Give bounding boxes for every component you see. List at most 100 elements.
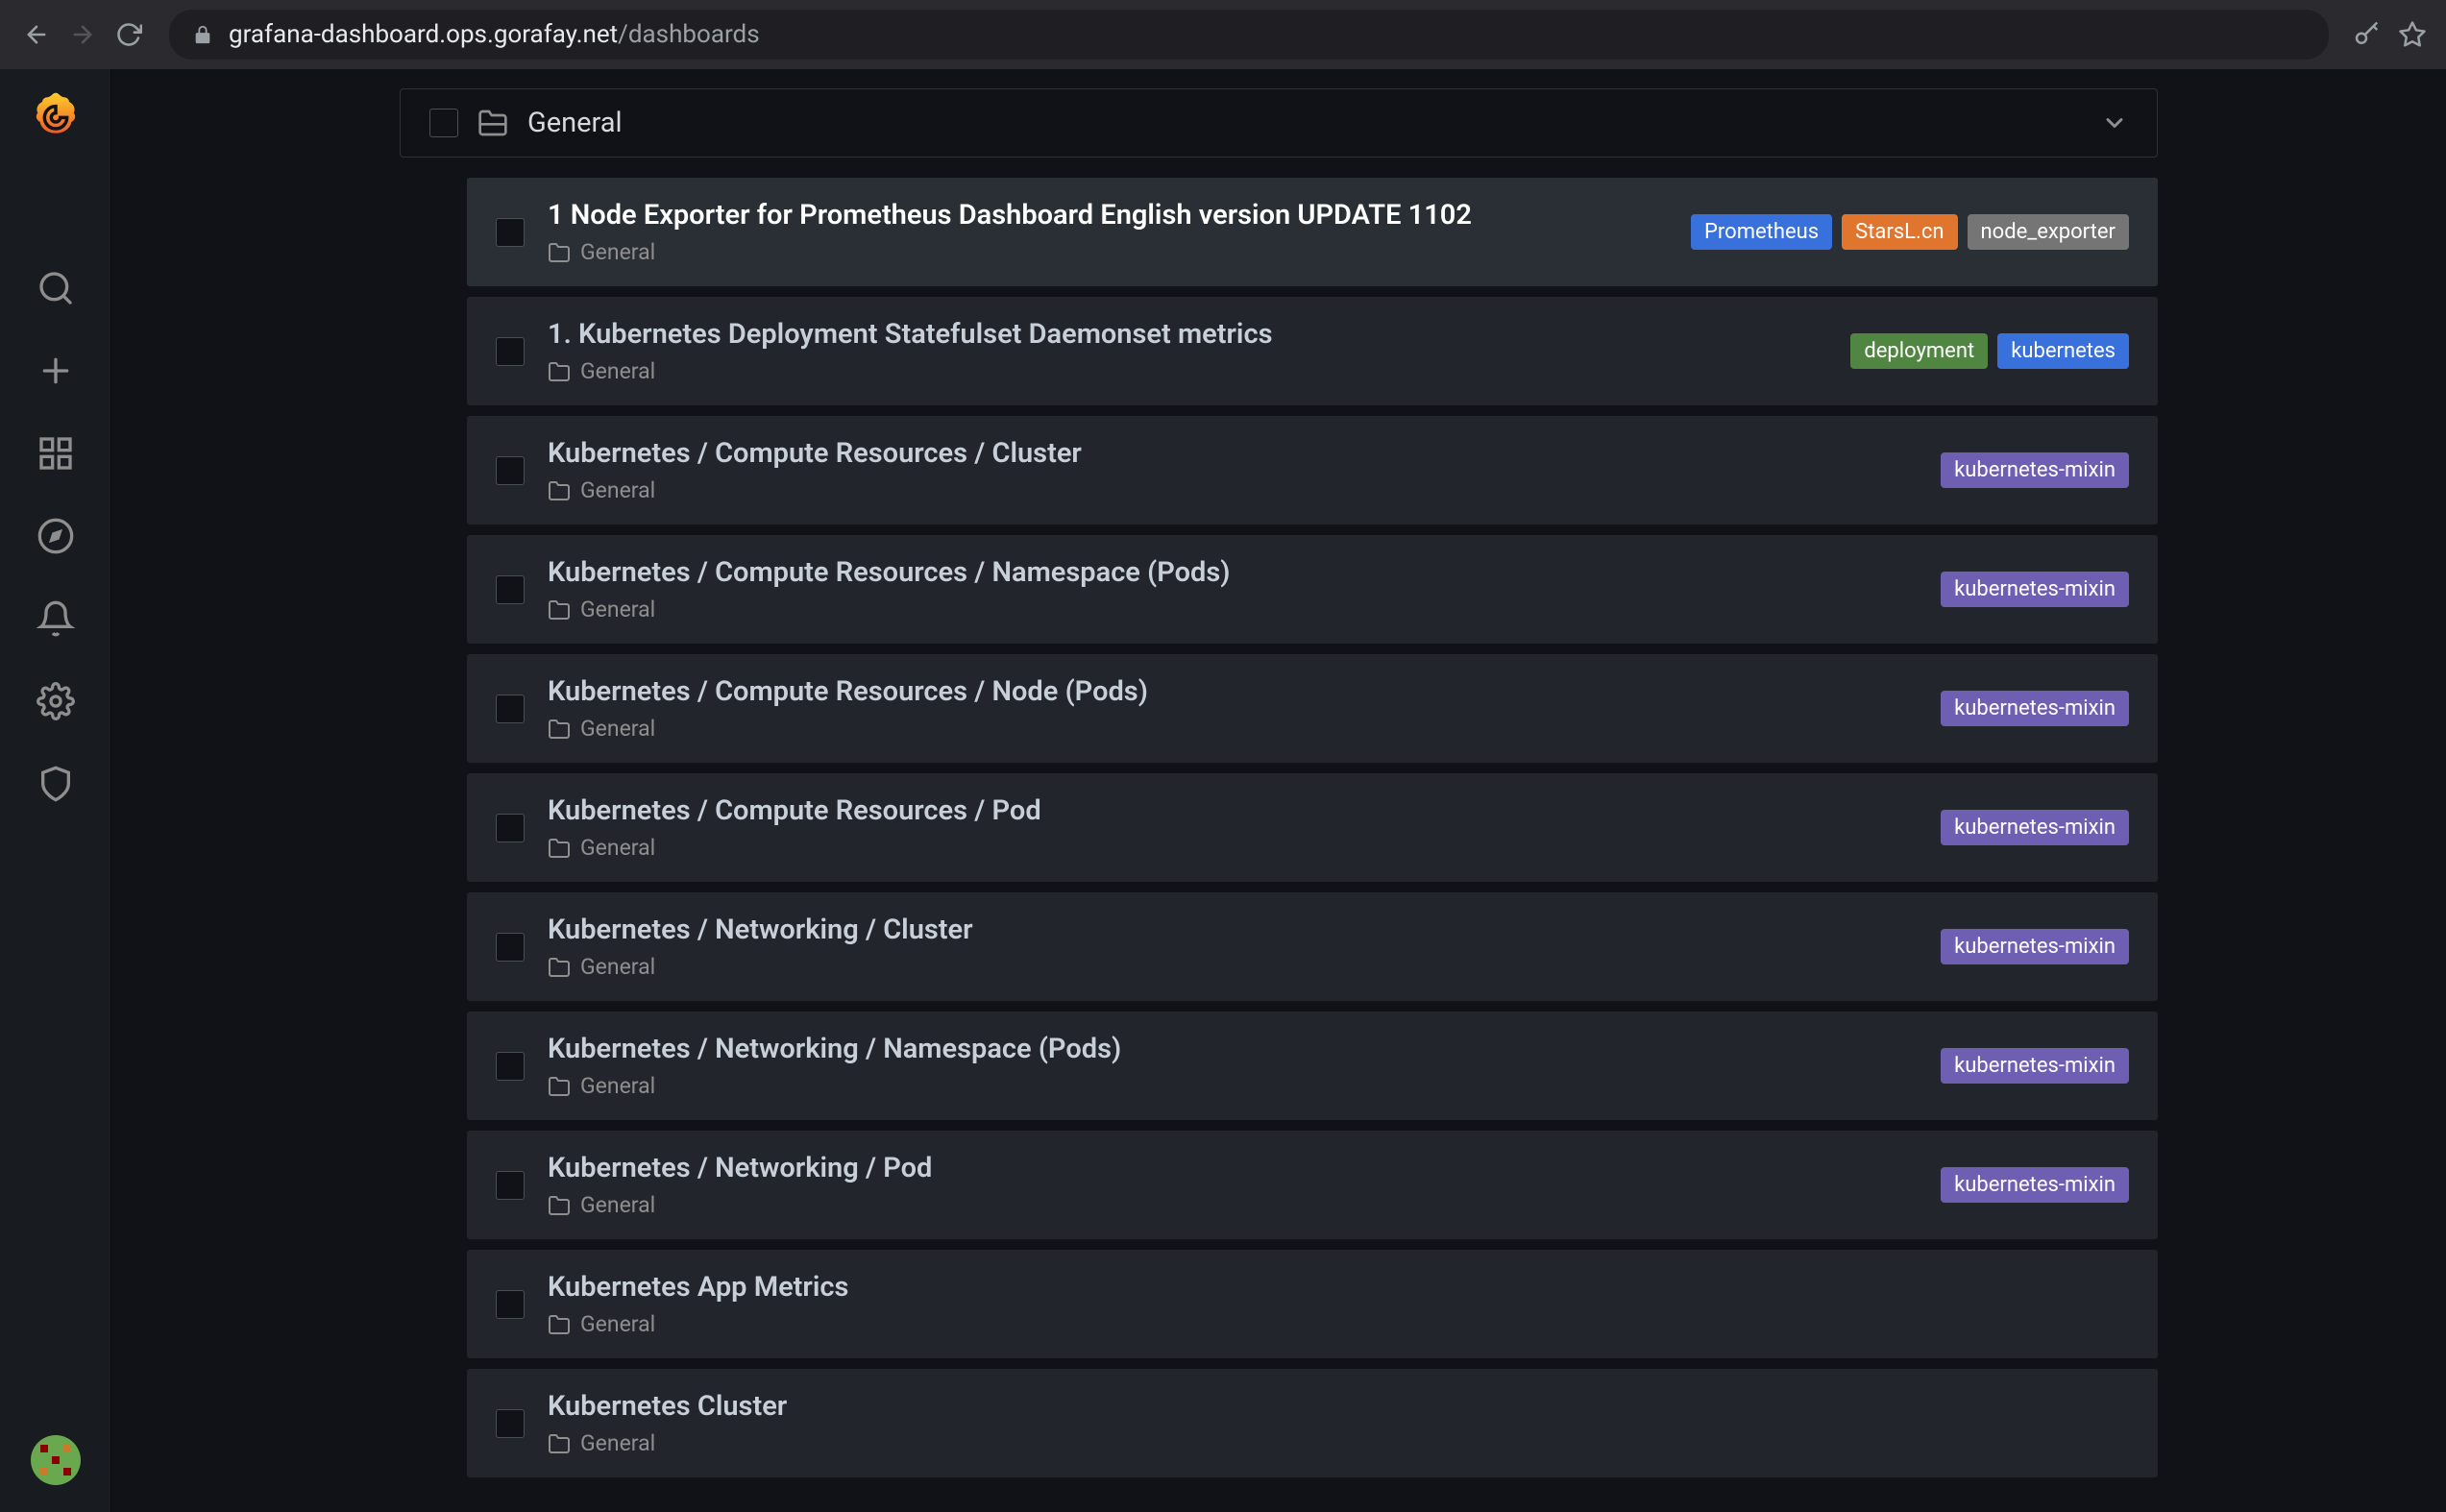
dashboard-checkbox[interactable] [496,218,525,247]
folder-icon [548,837,571,860]
dashboard-title: Kubernetes / Networking / Namespace (Pod… [548,1033,1918,1065]
dashboard-folder: General [548,597,1918,622]
dashboard-checkbox[interactable] [496,1290,525,1319]
dashboard-item[interactable]: 1. Kubernetes Deployment Statefulset Dae… [467,297,2158,405]
tag[interactable]: kubernetes-mixin [1941,452,2129,488]
tag[interactable]: deployment [1850,333,1988,369]
dashboard-item[interactable]: Kubernetes Cluster General [467,1369,2158,1477]
tag[interactable]: Prometheus [1691,214,1832,250]
folder-icon [548,241,571,264]
tag-list: Prometheus StarsL.cn node_exporter [1691,214,2129,250]
dashboard-title: 1 Node Exporter for Prometheus Dashboard… [548,199,1668,232]
dashboard-folder: General [548,1073,1918,1099]
tag[interactable]: kubernetes [1997,333,2129,369]
folder-open-icon [477,108,508,138]
key-icon[interactable] [2352,20,2381,49]
tag-list: deploymentkubernetes [1850,333,2129,369]
select-all-checkbox[interactable] [429,109,458,137]
dashboard-folder: General [548,954,1918,980]
dashboard-title: 1. Kubernetes Deployment Statefulset Dae… [548,318,1827,351]
forward-button[interactable] [65,17,100,52]
folder-icon [548,718,571,741]
main-content: General 1 Node Exporter for Prometheus D… [111,69,2446,1512]
dashboard-title: Kubernetes / Compute Resources / Namespa… [548,556,1918,589]
folder-icon [548,479,571,502]
dashboard-item[interactable]: Kubernetes / Networking / Cluster General… [467,892,2158,1001]
dashboard-folder: General [548,835,1918,861]
dashboard-item[interactable]: Kubernetes / Compute Resources / Node (P… [467,654,2158,763]
alerting-icon[interactable] [35,597,77,640]
tag-list: kubernetes-mixin [1941,1048,2129,1084]
dashboard-folder: General [548,358,1827,384]
url-text: grafana-dashboard.ops.gorafay.net/dashbo… [229,20,760,49]
tag[interactable]: kubernetes-mixin [1941,691,2129,726]
dashboard-title: Kubernetes / Networking / Pod [548,1152,1918,1184]
tag-list: kubernetes-mixin [1941,1167,2129,1203]
dashboard-item[interactable]: 1 Node Exporter for Prometheus Dashboard… [467,178,2158,286]
tag[interactable]: StarsL.cn [1842,214,1957,250]
dashboard-checkbox[interactable] [496,1171,525,1200]
tag[interactable]: kubernetes-mixin [1941,572,2129,607]
dashboard-folder: General [548,716,1918,742]
avatar[interactable] [31,1435,81,1485]
dashboard-folder: General [548,1430,2106,1456]
tag-list: kubernetes-mixin [1941,452,2129,488]
dashboard-folder: General [548,477,1918,503]
shield-icon[interactable] [35,763,77,805]
star-icon[interactable] [2398,20,2427,49]
dashboard-title: Kubernetes / Networking / Cluster [548,914,1918,946]
folder-header[interactable]: General [400,88,2158,158]
dashboard-folder: General [548,1192,1918,1218]
dashboard-checkbox[interactable] [496,575,525,604]
folder-icon [548,956,571,979]
dashboard-title: Kubernetes / Compute Resources / Node (P… [548,675,1918,708]
dashboard-title: Kubernetes / Compute Resources / Pod [548,794,1918,827]
browser-toolbar: grafana-dashboard.ops.gorafay.net/dashbo… [0,0,2446,69]
tag-list: kubernetes-mixin [1941,929,2129,964]
dashboard-checkbox[interactable] [496,337,525,366]
dashboard-folder: General [548,239,1668,265]
reload-button[interactable] [111,17,146,52]
search-icon[interactable] [35,267,77,309]
tag-list: kubernetes-mixin [1941,810,2129,845]
url-bar[interactable]: grafana-dashboard.ops.gorafay.net/dashbo… [169,10,2329,60]
folder-icon [548,1432,571,1455]
lock-icon [192,24,213,45]
tag[interactable]: kubernetes-mixin [1941,929,2129,964]
tag-list: kubernetes-mixin [1941,691,2129,726]
folder-icon [548,598,571,622]
dashboard-item[interactable]: Kubernetes / Compute Resources / Pod Gene… [467,773,2158,882]
folder-icon [548,360,571,383]
dashboard-checkbox[interactable] [496,933,525,962]
plus-icon[interactable] [35,350,77,392]
folder-title: General [527,107,623,139]
dashboard-checkbox[interactable] [496,814,525,842]
dashboard-item[interactable]: Kubernetes App MetricsGeneral [467,1250,2158,1358]
dashboard-folder: General [548,1311,2106,1337]
dashboard-title: Kubernetes Cluster [548,1390,2106,1423]
back-button[interactable] [19,17,54,52]
tag[interactable]: kubernetes-mixin [1941,810,2129,845]
dashboard-item[interactable]: Kubernetes / Compute Resources / Namespa… [467,535,2158,644]
folder-icon [548,1075,571,1098]
tag[interactable]: kubernetes-mixin [1941,1048,2129,1084]
tag[interactable]: node_exporter [1968,214,2130,250]
configuration-icon[interactable] [35,680,77,722]
grafana-logo-icon[interactable] [29,88,83,142]
dashboard-item[interactable]: Kubernetes / Networking / Pod General kube… [467,1131,2158,1239]
dashboard-item[interactable]: Kubernetes / Compute Resources / Cluster… [467,416,2158,524]
dashboards-icon[interactable] [35,432,77,475]
dashboard-checkbox[interactable] [496,695,525,723]
dashboard-title: Kubernetes / Compute Resources / Cluster [548,437,1918,470]
tag-list: kubernetes-mixin [1941,572,2129,607]
sidebar [0,69,111,1512]
dashboard-checkbox[interactable] [496,456,525,485]
explore-icon[interactable] [35,515,77,557]
folder-icon [548,1313,571,1336]
dashboard-item[interactable]: Kubernetes / Networking / Namespace (Pod… [467,1012,2158,1120]
dashboard-checkbox[interactable] [496,1052,525,1081]
folder-icon [548,1194,571,1217]
chevron-down-icon[interactable] [2101,110,2128,136]
dashboard-checkbox[interactable] [496,1409,525,1438]
tag[interactable]: kubernetes-mixin [1941,1167,2129,1203]
